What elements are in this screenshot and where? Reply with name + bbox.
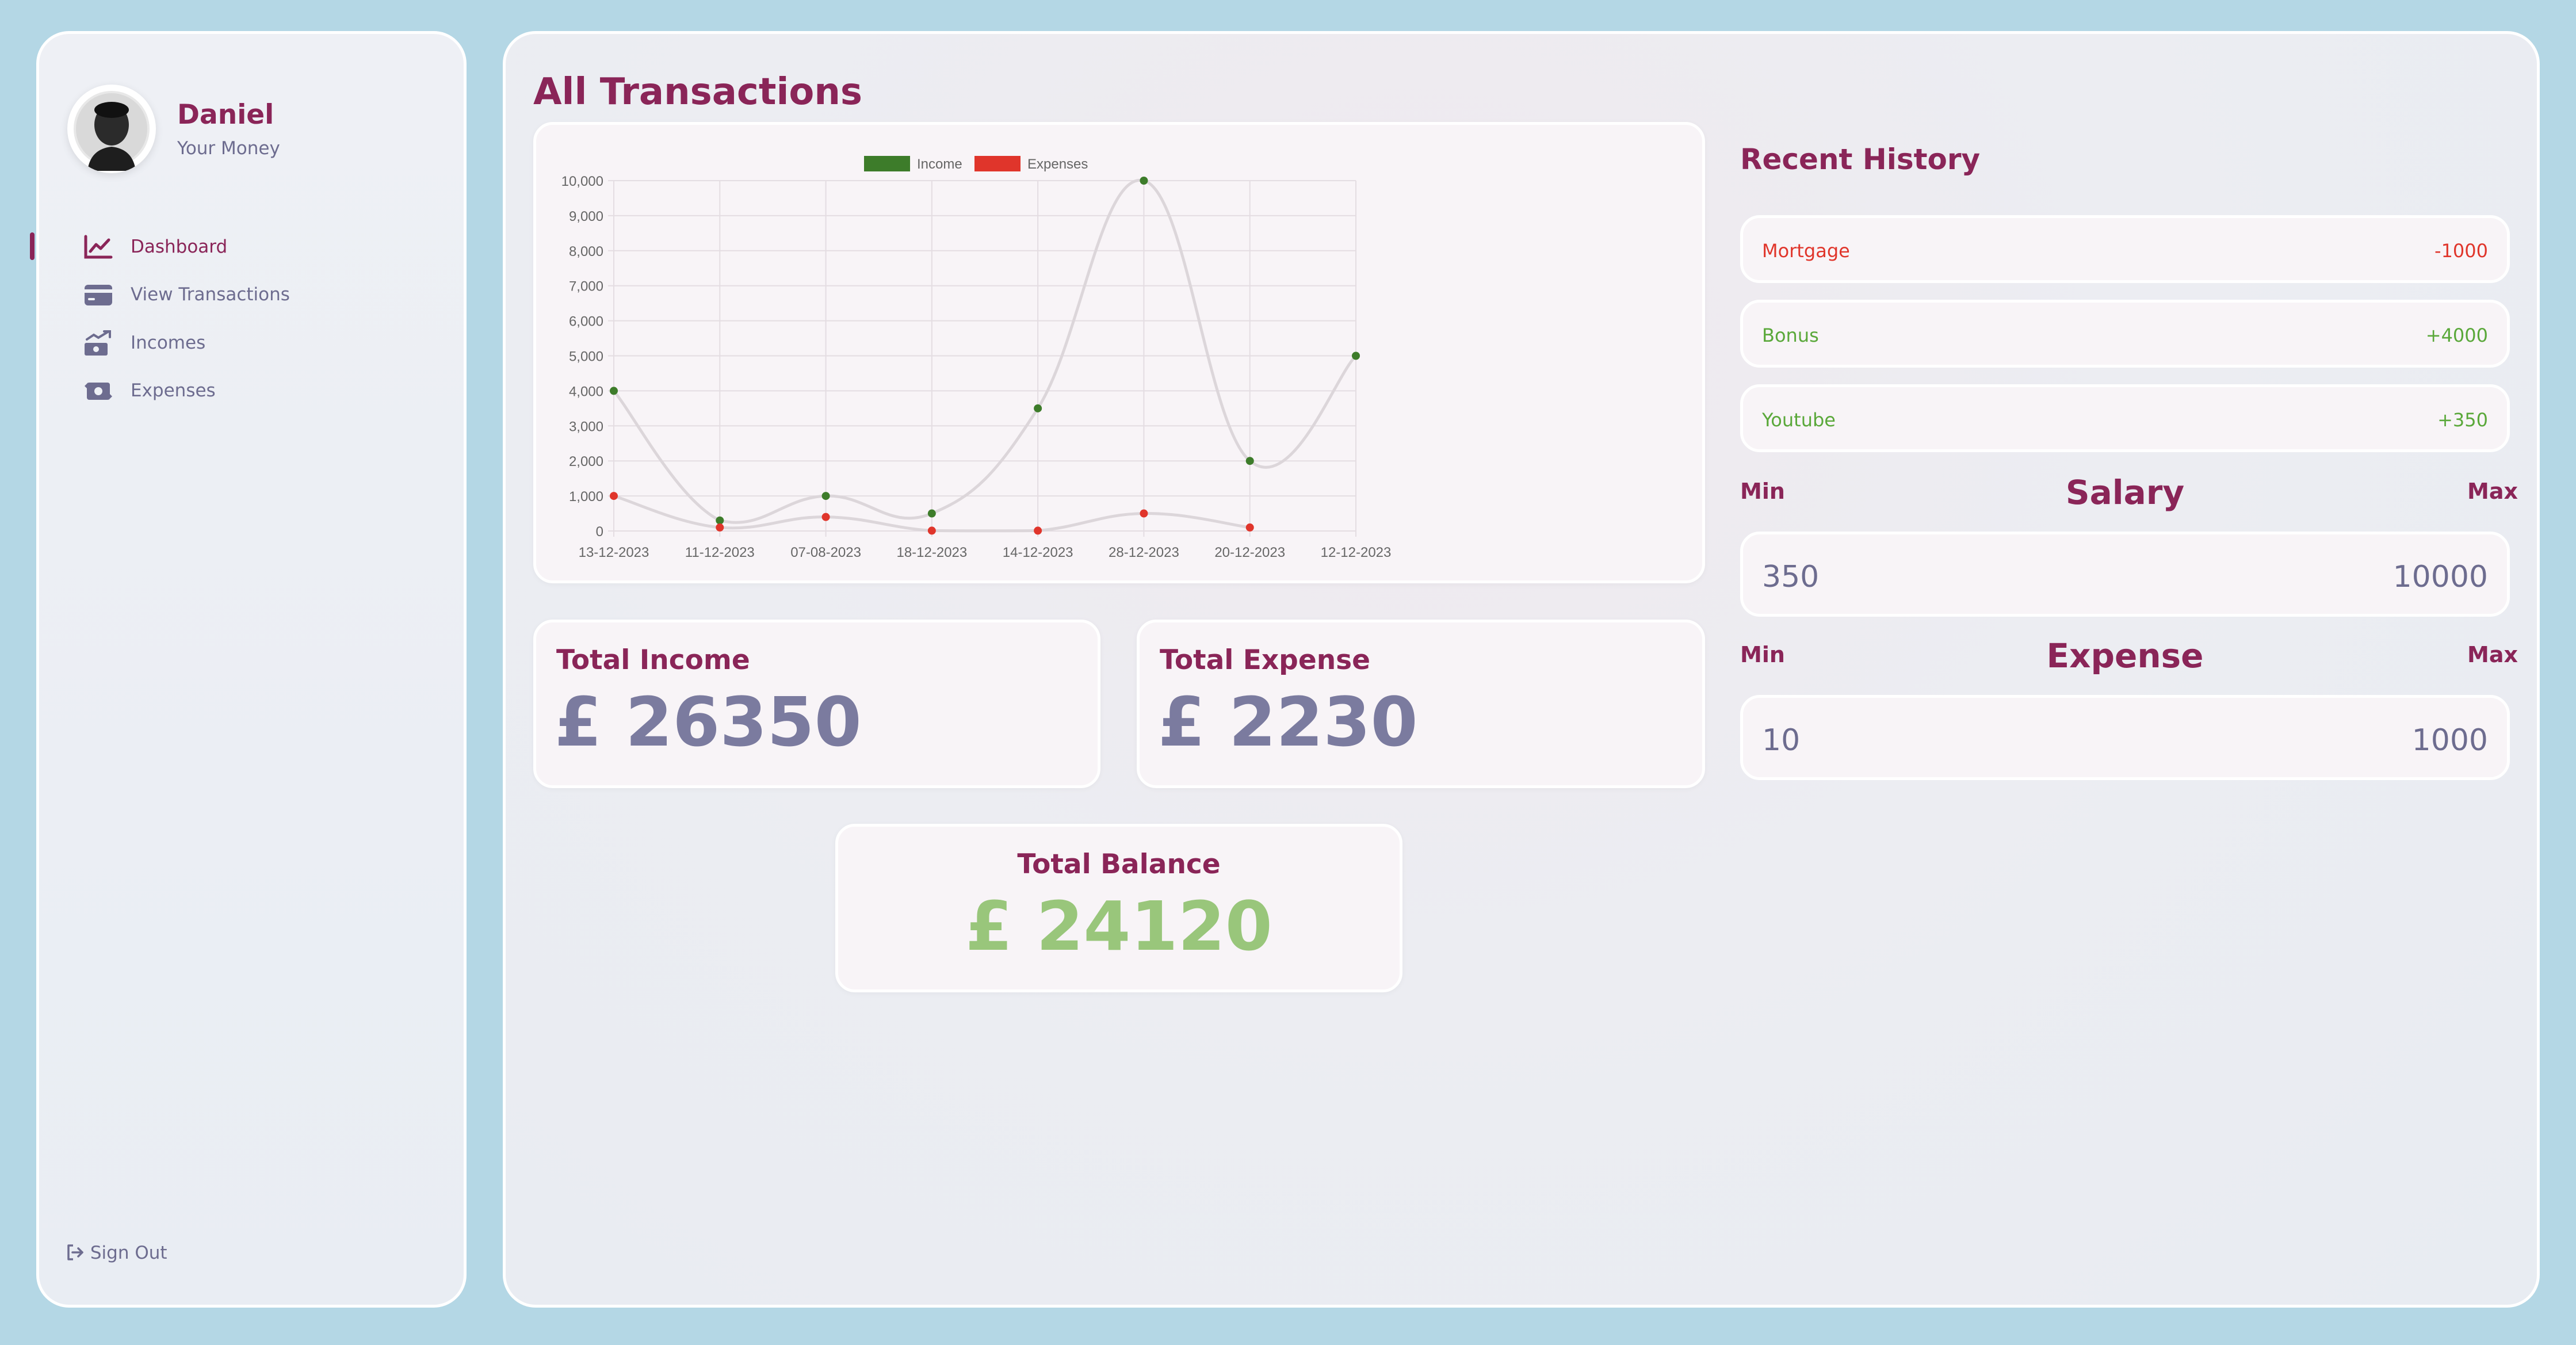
sidebar-item-expenses[interactable]: Expenses <box>0 371 426 411</box>
expense-min-value: 10 <box>1762 723 1801 758</box>
user-subtitle: Your Money <box>177 138 280 159</box>
user-name: Daniel <box>177 99 274 131</box>
total-expense-card: Total Expense £ 2230 <box>1137 620 1705 788</box>
y-tick-label: 3,000 <box>569 419 603 434</box>
total-balance-value: £ 24120 <box>965 887 1272 966</box>
data-point-expenses <box>1245 523 1254 532</box>
salary-max-label: Max <box>2467 479 2518 504</box>
history-item-amount: +4000 <box>2425 324 2488 346</box>
y-tick-label: 7,000 <box>569 279 603 295</box>
sign-out-icon <box>67 1244 83 1260</box>
y-tick-label: 2,000 <box>569 454 603 469</box>
data-point-expenses <box>716 523 724 532</box>
total-balance-label: Total Balance <box>1017 849 1221 880</box>
history-item-youtube[interactable]: Youtube +350 <box>1740 384 2510 452</box>
x-tick-label: 18-12-2023 <box>896 545 967 560</box>
sidebar-item-label: Dashboard <box>131 236 228 257</box>
data-point-expenses <box>927 526 936 535</box>
total-income-card: Total Income £ 26350 <box>533 620 1100 788</box>
y-tick-label: 5,000 <box>569 349 603 365</box>
sign-out-button[interactable]: Sign Out <box>66 1243 167 1263</box>
history-item-mortgage[interactable]: Mortgage -1000 <box>1740 215 2510 283</box>
data-point-income <box>1034 404 1042 412</box>
data-point-income <box>716 516 724 525</box>
y-tick-label: 10,000 <box>561 174 603 189</box>
data-point-income <box>1245 457 1254 465</box>
legend-label: Income <box>917 156 962 172</box>
data-point-income <box>1352 351 1360 360</box>
avatar <box>67 85 156 173</box>
data-point-income <box>927 509 936 518</box>
expense-range-box: 10 1000 <box>1740 695 2510 780</box>
x-tick-label: 11-12-2023 <box>685 545 755 560</box>
y-tick-label: 4,000 <box>569 384 603 399</box>
total-expense-value: £ 2230 <box>1158 682 1418 762</box>
history-item-name: Mortgage <box>1762 240 1850 262</box>
data-point-expenses <box>1034 526 1042 535</box>
y-tick-label: 8,000 <box>569 244 603 259</box>
legend-swatch-expenses <box>974 156 1021 171</box>
data-point-expenses <box>1140 509 1148 518</box>
x-tick-label: 13-12-2023 <box>579 545 649 560</box>
expense-max-value: 1000 <box>2411 723 2488 758</box>
active-indicator <box>30 232 35 260</box>
expense-range-title: Expense <box>2046 636 2204 675</box>
money-bill-transfer-icon <box>85 383 112 400</box>
history-item-amount: -1000 <box>2434 240 2488 262</box>
legend-swatch-income <box>864 156 910 171</box>
chart-line-icon <box>84 235 113 259</box>
total-income-label: Total Income <box>556 644 750 676</box>
history-item-bonus[interactable]: Bonus +4000 <box>1740 300 2510 368</box>
money-bill-trend-up-icon <box>85 330 111 356</box>
legend-label: Expenses <box>1027 156 1088 172</box>
sidebar-item-label: Incomes <box>131 333 206 353</box>
total-income-value: £ 26350 <box>555 682 862 762</box>
y-tick-label: 1,000 <box>569 489 603 505</box>
x-tick-label: 12-12-2023 <box>1321 545 1392 560</box>
sign-out-label: Sign Out <box>90 1243 167 1263</box>
chart-card: 10,000 9,000 8,000 7,000 6,000 5,000 4,000 3,00… <box>533 122 1705 583</box>
data-point-income <box>610 387 618 395</box>
salary-range-box: 350 10000 <box>1740 532 2510 617</box>
salary-max-value: 10000 <box>2392 560 2488 594</box>
x-tick-label: 14-12-2023 <box>1003 545 1073 560</box>
credit-card-icon <box>85 285 112 305</box>
data-point-income <box>821 492 830 500</box>
x-tick-label: 07-08-2023 <box>790 545 861 560</box>
data-point-expenses <box>821 513 830 521</box>
transactions-chart: 10,000 9,000 8,000 7,000 6,000 5,000 4,000 3,00… <box>561 156 1392 560</box>
sidebar-item-incomes[interactable]: Incomes <box>0 323 426 364</box>
data-point-expenses <box>610 492 618 500</box>
salary-range-title: Salary <box>2065 473 2185 512</box>
sidebar-item-view-transactions[interactable]: View Transactions <box>0 275 426 315</box>
series-line-income <box>613 178 1357 524</box>
sidebar <box>36 31 467 1308</box>
history-item-name: Youtube <box>1762 409 1836 431</box>
total-balance-card: Total Balance £ 24120 <box>835 824 1402 992</box>
y-tick-label: 9,000 <box>569 209 603 224</box>
history-item-amount: +350 <box>2437 409 2488 431</box>
sidebar-item-dashboard[interactable]: Dashboard <box>0 227 426 268</box>
y-tick-label: 0 <box>596 524 603 540</box>
x-tick-label: 20-12-2023 <box>1214 545 1285 560</box>
page-title: All Transactions <box>533 71 862 113</box>
total-expense-label: Total Expense <box>1160 644 1371 676</box>
data-point-income <box>1140 177 1148 185</box>
sidebar-item-label: View Transactions <box>131 284 290 305</box>
expense-max-label: Max <box>2467 642 2518 667</box>
recent-history-title: Recent History <box>1740 143 1981 176</box>
sidebar-item-label: Expenses <box>131 380 216 401</box>
x-tick-label: 28-12-2023 <box>1109 545 1179 560</box>
salary-min-value: 350 <box>1762 560 1820 594</box>
y-tick-label: 6,000 <box>569 314 603 330</box>
history-item-name: Bonus <box>1762 324 1819 346</box>
